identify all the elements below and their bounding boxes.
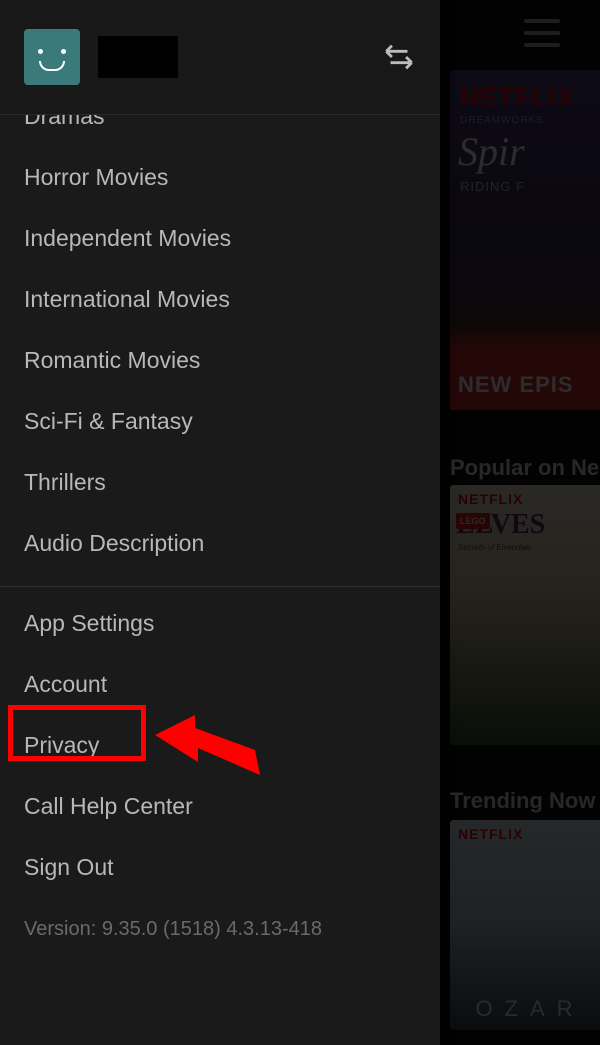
version-label: Version: 9.35.0 (1518) 4.3.13-418 <box>0 898 440 961</box>
category-dramas[interactable]: Dramas <box>0 115 440 147</box>
category-audio-description[interactable]: Audio Description <box>0 513 440 574</box>
account[interactable]: Account <box>0 654 440 715</box>
category-thrillers[interactable]: Thrillers <box>0 452 440 513</box>
category-horror[interactable]: Horror Movies <box>0 147 440 208</box>
profile-name <box>98 36 178 78</box>
category-scifi[interactable]: Sci-Fi & Fantasy <box>0 391 440 452</box>
privacy[interactable]: Privacy <box>0 715 440 776</box>
category-independent[interactable]: Independent Movies <box>0 208 440 269</box>
profile-group[interactable] <box>24 29 178 85</box>
sign-out[interactable]: Sign Out <box>0 837 440 898</box>
profile-avatar-icon[interactable] <box>24 29 80 85</box>
category-international[interactable]: International Movies <box>0 269 440 330</box>
section-divider <box>0 586 440 593</box>
app-settings[interactable]: App Settings <box>0 593 440 654</box>
category-romantic[interactable]: Romantic Movies <box>0 330 440 391</box>
call-help-center[interactable]: Call Help Center <box>0 776 440 837</box>
drawer-header <box>0 0 440 115</box>
switch-profile-icon[interactable] <box>382 40 416 74</box>
navigation-drawer: Dramas Horror Movies Independent Movies … <box>0 0 440 1045</box>
menu-list: Dramas Horror Movies Independent Movies … <box>0 115 440 1045</box>
